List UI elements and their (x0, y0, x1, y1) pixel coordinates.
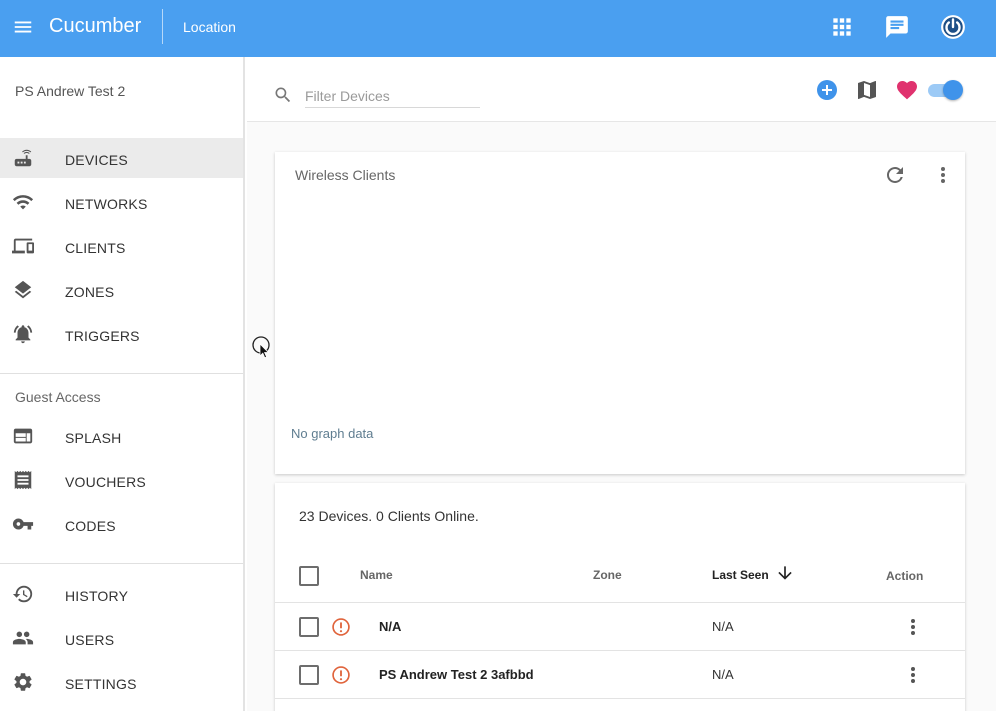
column-header-name[interactable]: Name (360, 568, 393, 582)
receipt-icon (14, 470, 32, 490)
guest-access-heading: Guest Access (15, 389, 101, 405)
map-icon[interactable] (855, 78, 879, 102)
table-row[interactable]: PS Andrew Test 2 3afbbd N/A (275, 651, 965, 699)
device-last-seen: N/A (712, 667, 734, 682)
alert-circle-icon (332, 666, 350, 684)
router-icon (14, 149, 32, 167)
more-vert-icon[interactable] (901, 615, 925, 639)
sidebar-item-label: CODES (65, 518, 116, 534)
mouse-cursor-icon (252, 336, 270, 359)
web-icon (13, 428, 33, 444)
sidebar-item-label: TRIGGERS (65, 328, 140, 344)
sidebar-item-history[interactable]: HISTORY (0, 574, 243, 614)
column-header-last-seen[interactable]: Last Seen (712, 568, 769, 582)
layers-icon (14, 280, 32, 299)
device-last-seen: N/A (712, 619, 734, 634)
alert-circle-icon (332, 618, 350, 636)
sidebar-item-vouchers[interactable]: VOUCHERS (0, 460, 243, 500)
key-icon (12, 518, 34, 530)
sidebar-item-label: DEVICES (65, 152, 128, 168)
sidebar-item-splash[interactable]: SPLASH (0, 416, 243, 456)
sidebar-item-label: HISTORY (65, 588, 129, 604)
row-checkbox[interactable] (299, 617, 319, 637)
sidebar-item-label: NETWORKS (65, 196, 148, 212)
sidebar-divider (0, 373, 243, 374)
alarm-icon (13, 325, 33, 344)
row-checkbox[interactable] (299, 665, 319, 685)
sidebar-item-clients[interactable]: CLIENTS (0, 226, 243, 266)
select-all-checkbox[interactable] (299, 566, 319, 586)
sidebar: PS Andrew Test 2 DEVICES NETWORKS CLIENT… (0, 57, 245, 711)
devices-summary: 23 Devices. 0 Clients Online. (299, 508, 479, 524)
apps-icon[interactable] (829, 14, 855, 40)
heart-icon[interactable] (895, 78, 919, 102)
sidebar-item-label: VOUCHERS (65, 474, 146, 490)
sidebar-item-label: CLIENTS (65, 240, 126, 256)
people-icon (12, 631, 34, 645)
app-title: Cucumber (49, 15, 142, 37)
sidebar-divider (0, 563, 243, 564)
app-header: Cucumber Location (0, 0, 996, 57)
add-circle-icon[interactable] (815, 78, 839, 102)
sort-arrow-down-icon[interactable] (775, 563, 795, 583)
gear-icon (14, 673, 32, 691)
view-toggle[interactable] (928, 79, 964, 101)
sidebar-item-users[interactable]: USERS (0, 618, 243, 658)
column-header-zone[interactable]: Zone (593, 568, 622, 582)
filter-toolbar (247, 57, 996, 122)
refresh-icon[interactable] (883, 163, 907, 187)
filter-devices-input[interactable] (305, 84, 480, 108)
main-content: Wireless Clients No graph data 23 Device… (247, 57, 996, 711)
menu-icon[interactable] (12, 16, 34, 38)
header-divider (162, 9, 163, 44)
sidebar-item-label: ZONES (65, 284, 115, 300)
more-vert-icon[interactable] (901, 663, 925, 687)
sidebar-location-name: PS Andrew Test 2 (15, 83, 126, 99)
empty-graph-text: No graph data (291, 426, 374, 441)
breadcrumb-location[interactable]: Location (183, 19, 236, 35)
chat-icon[interactable] (884, 14, 910, 40)
sidebar-item-triggers[interactable]: TRIGGERS (0, 314, 243, 354)
card-title: Wireless Clients (295, 167, 396, 183)
wireless-clients-card: Wireless Clients No graph data (275, 152, 965, 474)
sidebar-item-settings[interactable]: SETTINGS (0, 662, 243, 702)
sidebar-item-label: SPLASH (65, 430, 122, 446)
sidebar-item-label: SETTINGS (65, 676, 137, 692)
history-icon (12, 585, 33, 603)
table-header: Name Zone Last Seen Action (275, 553, 965, 603)
sidebar-item-networks[interactable]: NETWORKS (0, 182, 243, 222)
sidebar-item-zones[interactable]: ZONES (0, 270, 243, 310)
table-row[interactable]: N/A N/A (275, 603, 965, 651)
devices-icon (12, 238, 34, 254)
sidebar-item-label: USERS (65, 632, 115, 648)
power-icon[interactable] (940, 14, 966, 40)
devices-table-card: 23 Devices. 0 Clients Online. Name Zone … (275, 483, 965, 711)
search-icon (275, 87, 291, 103)
toggle-thumb (943, 80, 963, 100)
device-name[interactable]: PS Andrew Test 2 3afbbd (379, 667, 534, 682)
sidebar-item-codes[interactable]: CODES (0, 504, 243, 544)
wifi-icon (12, 195, 34, 210)
device-name[interactable]: N/A (379, 619, 401, 634)
sidebar-item-devices[interactable]: DEVICES (0, 138, 243, 178)
column-header-action: Action (886, 569, 924, 583)
more-vert-icon[interactable] (931, 163, 955, 187)
